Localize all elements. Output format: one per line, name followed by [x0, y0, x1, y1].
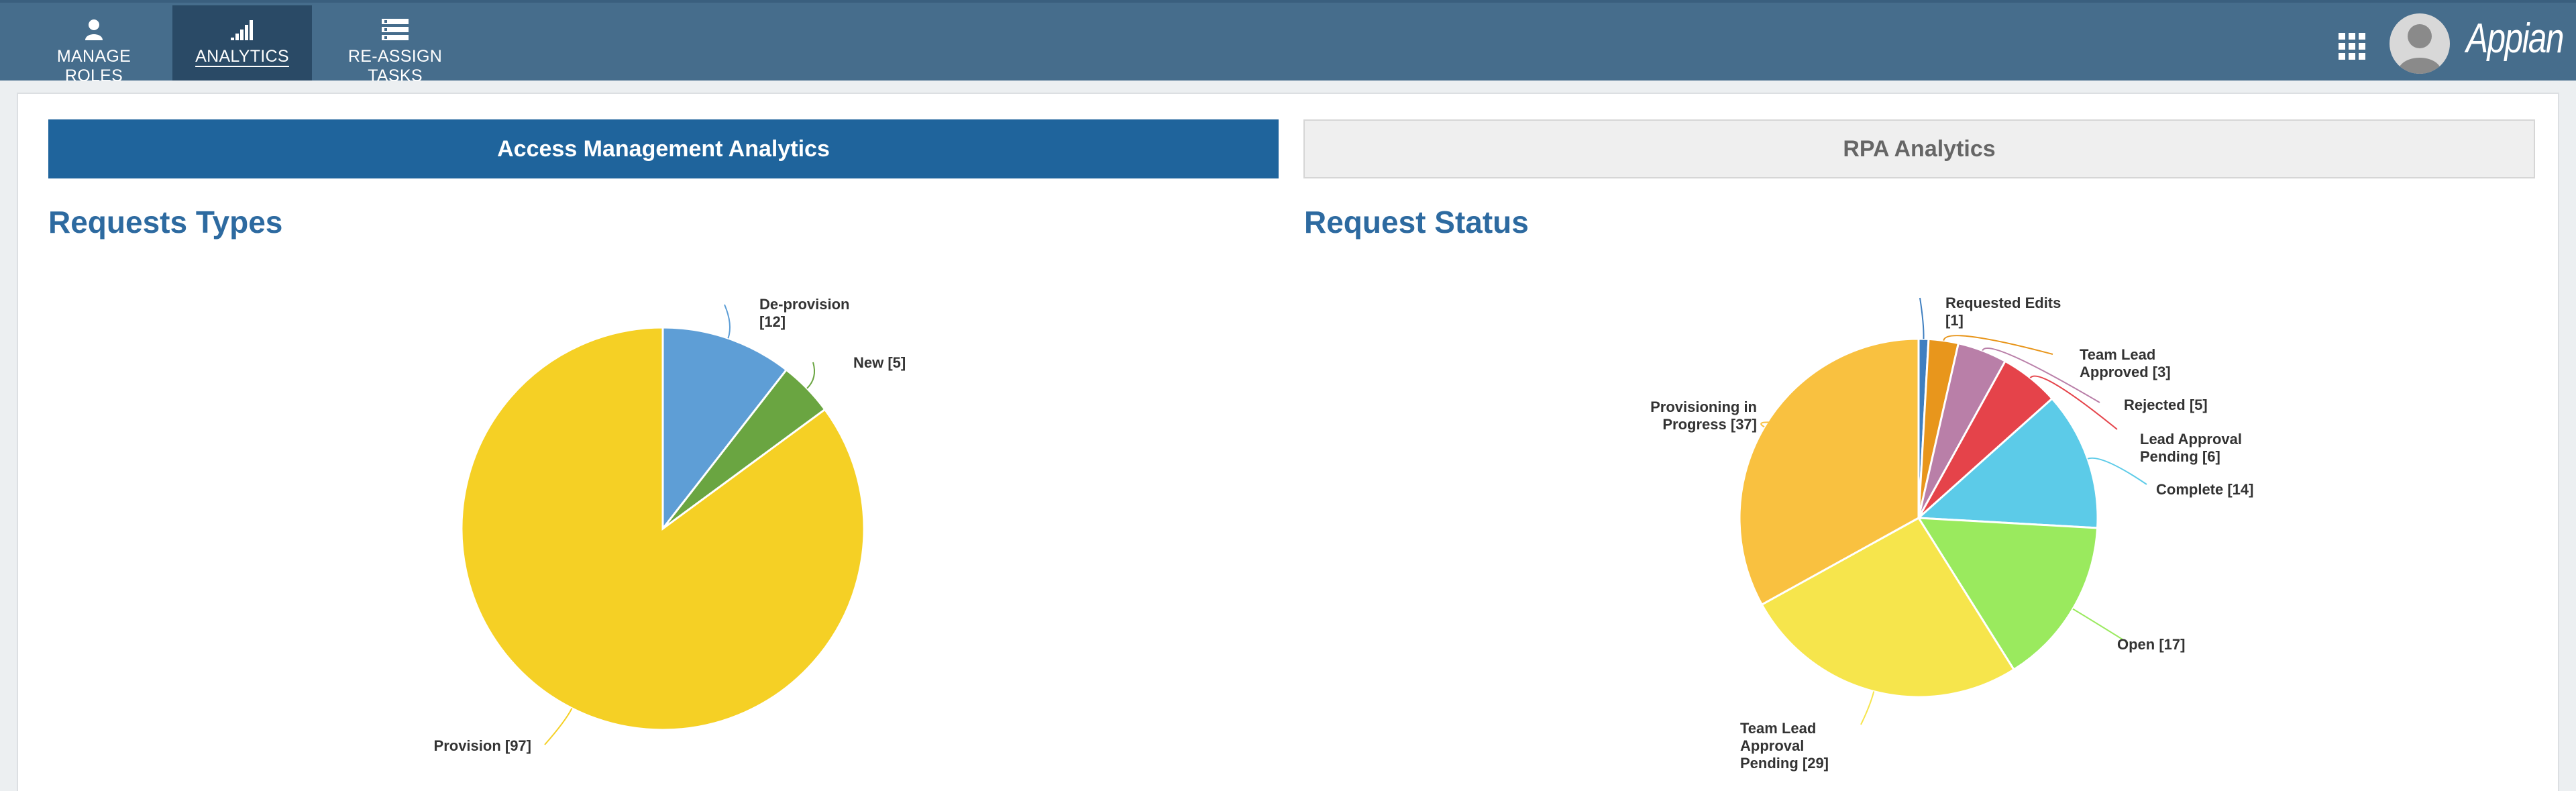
data-label-requested-edits: Requested Edits [1]: [1945, 295, 2061, 329]
nav-tab-label: MANAGE ROLES: [56, 47, 131, 85]
data-label-lead-approval-pending: Lead Approval Pending [6]: [2140, 431, 2242, 465]
tab-access-management-analytics[interactable]: Access Management Analytics: [48, 119, 1279, 178]
data-label-provisioning-in-progress: Provisioning in Progress [37]: [1650, 399, 1757, 433]
nav-tab-manage-roles[interactable]: MANAGE ROLES: [27, 5, 161, 85]
nav-tab-label: ANALYTICS: [195, 47, 289, 66]
tasks-list-icon: [321, 17, 470, 40]
user-icon: [27, 17, 161, 40]
nav-tab-reassign-tasks[interactable]: RE-ASSIGN TASKS: [321, 5, 470, 85]
request-status-pie-chart: Requested Edits [1] Team Lead Approved [3] R…: [1650, 295, 2253, 772]
connector-de-provision: [724, 304, 731, 339]
user-avatar-icon[interactable]: [2390, 13, 2450, 74]
connector-requested-edits: [1919, 297, 1925, 339]
connector-complete: [2087, 457, 2147, 485]
data-label-team-lead-approved: Team Lead Approved [3]: [2080, 346, 2171, 380]
chart-title-request-status: Request Status: [1304, 205, 1529, 240]
data-label-complete: Complete [14]: [2156, 481, 2253, 498]
data-label-open: Open [17]: [2117, 636, 2185, 653]
apps-grid-icon[interactable]: [2339, 33, 2365, 60]
chart-title-requests-types: Requests Types: [48, 205, 283, 240]
nav-tab-analytics[interactable]: ANALYTICS: [172, 5, 312, 81]
data-label-provision: Provision [97]: [434, 737, 531, 754]
appian-logo: Appian: [2466, 15, 2564, 62]
connector-new: [806, 362, 815, 389]
requests-types-pie-chart: De-provision [12] New [5] Provision [97]: [434, 296, 906, 754]
connector-team-lead-approval-pending: [1860, 691, 1875, 725]
bar-chart-icon: [172, 17, 312, 40]
nav-tab-label: RE-ASSIGN TASKS: [347, 47, 443, 85]
tab-rpa-analytics[interactable]: RPA Analytics: [1303, 119, 2535, 178]
data-label-new: New [5]: [853, 354, 906, 371]
data-label-de-provision: De-provision [12]: [759, 296, 849, 330]
data-label-rejected: Rejected [5]: [2124, 397, 2208, 413]
connector-provision: [544, 708, 573, 745]
data-label-team-lead-approval-pending: Team Lead Approval Pending [29]: [1740, 720, 1829, 772]
top-navigation-bar: MANAGE ROLES ANALYTICS RE-ASSIGN TASKS A…: [0, 0, 2576, 85]
